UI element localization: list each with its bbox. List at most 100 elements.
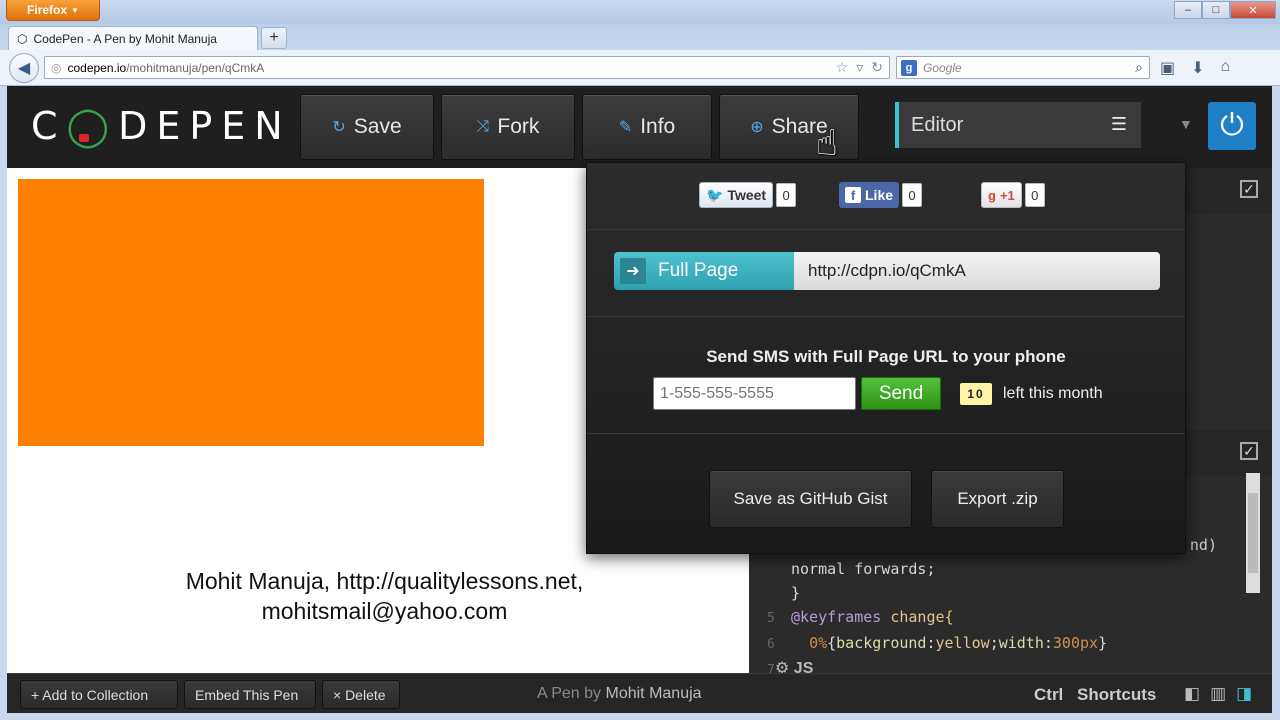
fork-button[interactable]: ⤨ Fork: [441, 94, 575, 160]
full-page-button[interactable]: ➜ Full Page: [614, 252, 794, 290]
gplus-label: +1: [999, 187, 1015, 203]
facebook-like-button[interactable]: f Like: [839, 182, 900, 208]
reload-icon[interactable]: ↻: [871, 59, 883, 76]
wreath-icon: ◯: [66, 104, 119, 148]
back-button[interactable]: ◀: [9, 53, 39, 83]
share-button[interactable]: ⊕ Share: [719, 94, 859, 160]
pen-by-label: A Pen by: [537, 685, 606, 702]
browser-tab[interactable]: ⬡ CodePen - A Pen by Mohit Manuja: [8, 26, 258, 50]
search-placeholder: Google: [923, 60, 962, 75]
url-actions: ☆ ▿ ↻: [836, 59, 883, 76]
window-frame-bottom: [0, 713, 1280, 720]
user-menu-button[interactable]: ⏻: [1208, 102, 1256, 150]
full-page-url[interactable]: http://cdpn.io/qCmkA: [794, 252, 1160, 290]
divider: [587, 433, 1185, 434]
embed-pen-button[interactable]: Embed This Pen: [184, 680, 316, 709]
chevron-down-icon: ▼: [71, 5, 79, 15]
feed-icon[interactable]: ▣: [1160, 58, 1175, 78]
search-icon[interactable]: ⌕: [1135, 59, 1143, 76]
info-button[interactable]: ✎ Info: [582, 94, 712, 160]
firefox-menu-label: Firefox: [27, 3, 68, 17]
new-tab-button[interactable]: +: [261, 27, 287, 49]
code-line: }: [791, 584, 801, 602]
layout-top-icon[interactable]: ▥: [1210, 684, 1226, 704]
shuffle-icon: ⤨: [476, 118, 490, 135]
checkbox-icon[interactable]: ✓: [1240, 180, 1258, 198]
bookmark-star-icon[interactable]: ☆: [836, 59, 849, 76]
css-property: background: [836, 634, 927, 652]
brace: }: [1098, 634, 1108, 652]
credit-line-1: Mohit Manuja, http://qualitylessons.net,: [185, 568, 584, 594]
editor-view-label: Editor: [911, 113, 964, 136]
editor-view-select[interactable]: Editor ☰: [895, 102, 1141, 148]
download-icon[interactable]: ⬇: [1191, 58, 1204, 78]
tweet-count: 0: [776, 183, 797, 207]
globe-icon: ⊕: [750, 119, 764, 136]
full-page-link[interactable]: ➜ Full Page http://cdpn.io/qCmkA: [614, 252, 1160, 290]
checkbox-icon[interactable]: ✓: [1240, 442, 1258, 460]
browser-navbar: ◀ ◎ codepen.io/mohitmanuja/pen/qCmkA ☆ ▿…: [0, 50, 1280, 86]
layout-right-icon[interactable]: ◨: [1236, 684, 1252, 704]
add-to-collection-button[interactable]: + Add to Collection: [20, 680, 178, 709]
history-dropdown-icon[interactable]: ▿: [856, 59, 863, 76]
send-sms-button[interactable]: Send: [861, 377, 941, 410]
power-icon: ⏻: [1220, 109, 1244, 142]
save-button[interactable]: ↻ Save: [300, 94, 434, 160]
maximize-button[interactable]: □: [1202, 1, 1230, 19]
css-code[interactable]: nd) normal forwards; } 5 @keyframes chang…: [767, 533, 1257, 683]
twitter-bird-icon: 🐦: [706, 186, 724, 203]
tweet-widget: 🐦 Tweet 0: [699, 182, 797, 208]
google-plus-button[interactable]: g +1: [981, 182, 1022, 208]
tab-title: CodePen - A Pen by Mohit Manuja: [33, 31, 217, 46]
full-page-label: Full Page: [658, 260, 739, 281]
gplus-widget: g +1 0: [981, 182, 1045, 208]
minimize-button[interactable]: –: [1174, 1, 1202, 19]
firefox-menu-button[interactable]: Firefox ▼: [6, 0, 100, 21]
home-icon[interactable]: ⌂: [1221, 58, 1231, 78]
like-widget: f Like 0: [839, 182, 923, 208]
frame-selector: 0%: [809, 634, 828, 652]
author-link[interactable]: Mohit Manuja: [606, 685, 702, 702]
save-github-gist-button[interactable]: Save as GitHub Gist: [709, 470, 912, 528]
line-number: 6: [767, 637, 775, 652]
google-engine-icon[interactable]: g: [901, 59, 917, 76]
author-credit: Mohit Manuja, http://qualitylessons.net,…: [37, 566, 732, 626]
codepen-favicon-icon: ⬡: [17, 31, 28, 46]
sms-remaining-text: left this month: [1003, 385, 1103, 402]
pen-author-line: A Pen by Mohit Manuja: [537, 685, 702, 703]
share-popover: 🐦 Tweet 0 f Like 0 g +1 0 ➜ Full Page ht…: [586, 162, 1186, 554]
fork-label: Fork: [497, 115, 540, 138]
layout-left-icon[interactable]: ◧: [1184, 684, 1200, 704]
list-icon: ☰: [1110, 114, 1127, 134]
search-bar[interactable]: g Google ⌕: [896, 56, 1150, 79]
save-label: Save: [353, 115, 402, 138]
tweet-button[interactable]: 🐦 Tweet: [699, 182, 774, 208]
hand-pointer-icon: ☝: [816, 122, 838, 163]
sms-title: Send SMS with Full Page URL to your phon…: [706, 347, 1066, 366]
window-frame-right: [1272, 86, 1280, 720]
brace: {: [827, 634, 837, 652]
phone-number-input[interactable]: [653, 377, 856, 410]
codepen-logo[interactable]: C◯DEPEN: [31, 104, 292, 148]
address-bar[interactable]: ◎ codepen.io/mohitmanuja/pen/qCmkA ☆ ▿ ↻: [44, 56, 890, 79]
css-property: width: [998, 634, 1044, 652]
like-label: Like: [865, 187, 894, 203]
delete-button[interactable]: × Delete: [322, 680, 400, 709]
close-window-button[interactable]: ✕: [1230, 1, 1276, 19]
refresh-icon: ↻: [332, 119, 346, 136]
shortcuts-link[interactable]: Shortcuts: [1077, 685, 1156, 705]
window-frame-left: [0, 86, 7, 720]
divider: [587, 229, 1185, 230]
chevron-down-icon[interactable]: ▼: [1179, 116, 1193, 132]
sms-remaining-badge: 10: [960, 383, 992, 405]
export-zip-button[interactable]: Export .zip: [931, 470, 1064, 528]
tweet-label: Tweet: [727, 187, 767, 203]
browser-titlebar: Firefox ▼ – □ ✕: [0, 0, 1280, 24]
toolbar-icons: ▣ ⬇ ⌂: [1160, 58, 1230, 78]
keyframes-keyword: @keyframes: [791, 608, 882, 626]
arrow-right-icon: ➜: [620, 258, 646, 284]
ctrl-key-label: Ctrl: [1034, 685, 1064, 704]
url-path: /mohitmanuja/pen/qCmkA: [126, 60, 265, 75]
google-plus-icon: g: [988, 187, 996, 203]
facebook-icon: f: [845, 187, 861, 203]
